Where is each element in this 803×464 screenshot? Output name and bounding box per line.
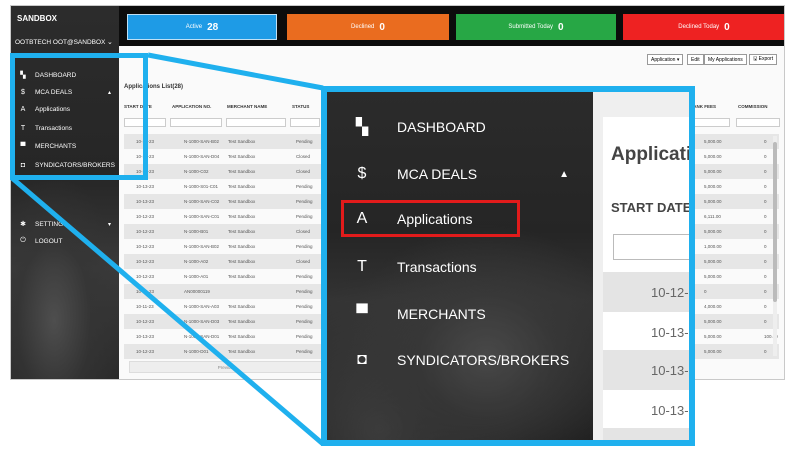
table-cell: 10-13-2 (651, 324, 689, 340)
zoomed-sidebar: ▚ DASHBOARD $ MCA DEALS ▲ A Applications… (327, 92, 593, 440)
zoom-item-transactions[interactable]: T Transactions (327, 247, 593, 287)
dashboard-icon: ▚ (355, 119, 369, 136)
start-date-filter-input[interactable] (613, 234, 689, 260)
letter-t-icon: T (357, 258, 367, 275)
zoom-item-merchants[interactable]: ▀ MERCHANTS (327, 294, 593, 334)
zoomed-callout: ▚ DASHBOARD $ MCA DEALS ▲ A Applications… (321, 86, 695, 446)
zoom-item-label: Transactions (397, 259, 477, 275)
page-title: Applicatio (611, 144, 689, 165)
table-cell: 10-13-2 (603, 428, 689, 440)
store-icon: ▀ (356, 305, 368, 322)
column-header-start-date[interactable]: START DATE (611, 200, 689, 215)
dollar-icon: $ (357, 165, 367, 182)
zoom-item-label: MERCHANTS (397, 306, 486, 322)
table-cell: 10-13-2 (603, 350, 689, 390)
camera-icon: ◘ (357, 351, 367, 368)
table-cell: 10-12-2 (603, 272, 689, 312)
zoomed-main-panel: Applicatio START DATE 10-12-2 10-13-2 10… (593, 92, 689, 440)
zoom-item-syndicators-brokers[interactable]: ◘ SYNDICATORS/BROKERS (327, 340, 593, 380)
zoom-item-label: MCA DEALS (397, 166, 478, 182)
zoom-item-mca-deals[interactable]: $ MCA DEALS ▲ (327, 154, 593, 194)
zoom-item-label: DASHBOARD (397, 119, 486, 135)
applications-highlight-box (341, 200, 520, 237)
zoom-item-dashboard[interactable]: ▚ DASHBOARD (327, 107, 593, 147)
zoom-item-label: SYNDICATORS/BROKERS (397, 352, 570, 368)
table-cell: 10-13-2 (651, 402, 689, 418)
chevron-up-icon: ▲ (559, 168, 569, 180)
